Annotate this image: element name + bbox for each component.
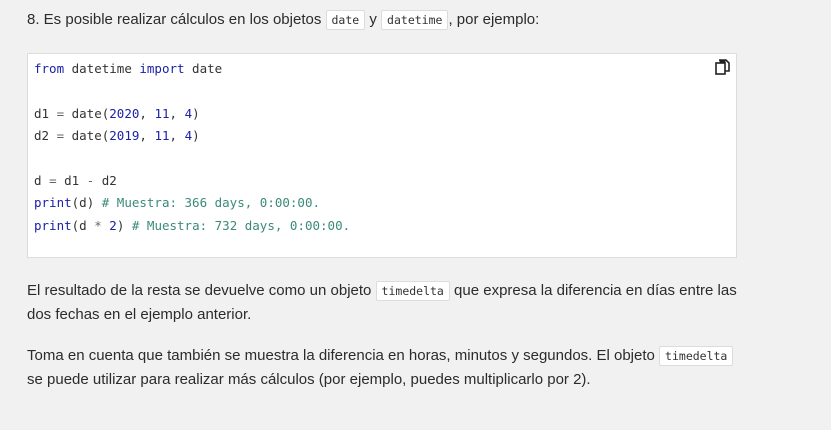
para3-prefix: Toma en cuenta que también se muestra la…: [27, 347, 660, 364]
intro-prefix: 8. Es posible realizar cálculos en los o…: [27, 11, 326, 28]
keyword-from: from: [34, 61, 65, 76]
import-name: date: [184, 61, 223, 76]
intro-mid: y: [365, 11, 382, 28]
number-month: 11: [154, 128, 170, 144]
inline-code-timedelta: timedelta: [375, 281, 450, 301]
inline-code-datetime: datetime: [381, 10, 449, 30]
number-month: 11: [154, 105, 170, 121]
code-line-subtract: d = d1 - d2: [34, 170, 350, 192]
code-line-print2: print(d * 2) # Muestra: 732 days, 0:00:0…: [34, 215, 350, 237]
code-line-import: from datetime import date: [34, 58, 350, 80]
inline-code-timedelta: timedelta: [659, 346, 734, 366]
para2-prefix: El resultado de la resta se devuelve com…: [27, 282, 376, 299]
call-date: date(: [64, 128, 110, 144]
operator-assign: =: [56, 105, 65, 121]
copy-icon: [715, 59, 730, 75]
print-args-close: ): [116, 217, 132, 233]
code-line-d2: d2 = date(2019, 11, 4): [34, 125, 350, 147]
separator: ,: [169, 128, 185, 144]
builtin-print: print: [34, 217, 72, 233]
code-line-print1: print(d) # Muestra: 366 days, 0:00:00.: [34, 192, 350, 214]
print-args-open: (d: [71, 217, 95, 233]
code-block: from datetime import date d1 = date(2020…: [27, 53, 737, 258]
operator-assign: =: [49, 172, 57, 188]
separator: ,: [169, 105, 185, 121]
paren-close: ): [192, 105, 200, 121]
code-line-d1: d1 = date(2020, 11, 4): [34, 103, 350, 125]
operator-assign: =: [56, 128, 65, 144]
separator: ,: [139, 105, 155, 121]
code-comment: # Muestra: 366 days, 0:00:00.: [101, 195, 320, 211]
intro-paragraph: 8. Es posible realizar cálculos en los o…: [27, 8, 539, 32]
operand-d2: d2: [94, 172, 117, 188]
operator-multiply: *: [94, 217, 102, 233]
para3-suffix: se puede utilizar para realizar más cálc…: [27, 371, 591, 388]
code-listing: from datetime import date d1 = date(2020…: [34, 58, 350, 237]
print-args: (d): [71, 195, 102, 211]
number-day: 4: [184, 105, 193, 121]
inline-code-date: date: [325, 10, 366, 30]
copy-code-button[interactable]: [715, 59, 731, 75]
number-two: 2: [109, 217, 117, 233]
intro-suffix: , por ejemplo:: [448, 11, 540, 28]
builtin-print: print: [34, 195, 72, 211]
module-name: datetime: [64, 61, 140, 76]
var-d: d: [34, 172, 50, 188]
operand-d1: d1: [56, 172, 87, 188]
code-comment: # Muestra: 732 days, 0:00:00.: [131, 217, 351, 233]
call-date: date(: [64, 105, 110, 121]
keyword-import: import: [139, 61, 185, 76]
paren-close: ): [192, 128, 200, 144]
number-day: 4: [184, 128, 193, 144]
var-d1: d1: [34, 105, 57, 121]
number-year: 2019: [109, 128, 140, 144]
note-paragraph: Toma en cuenta que también se muestra la…: [27, 344, 739, 392]
result-paragraph: El resultado de la resta se devuelve com…: [27, 279, 739, 327]
var-d2: d2: [34, 128, 57, 144]
number-year: 2020: [109, 105, 140, 121]
separator: ,: [139, 128, 155, 144]
